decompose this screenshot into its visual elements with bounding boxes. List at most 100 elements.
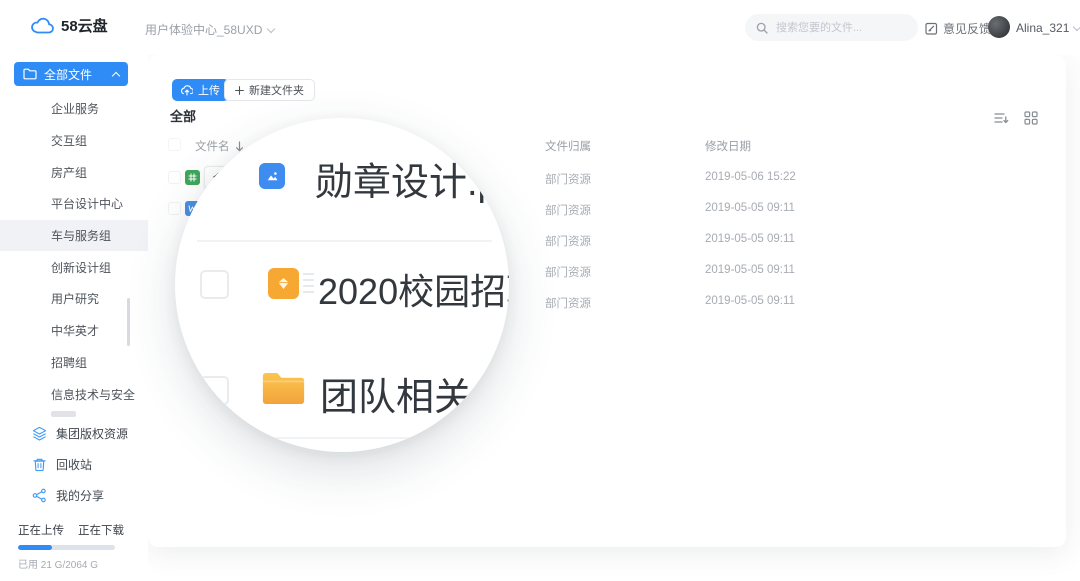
file-owner: 部门资源 bbox=[545, 236, 591, 248]
file-owner: 部门资源 bbox=[545, 174, 591, 186]
sidebar-item-label: 房产组 bbox=[51, 165, 88, 180]
upload-button-label: 上传 bbox=[198, 85, 220, 97]
clipped-sidebar-item bbox=[51, 411, 76, 417]
column-header-owner[interactable]: 文件归属 bbox=[545, 138, 591, 154]
upload-button[interactable]: 上传 bbox=[172, 79, 229, 101]
storage-progress-bar bbox=[18, 545, 115, 550]
folder-icon bbox=[261, 369, 306, 412]
file-modified: 2019-05-05 09:11 bbox=[705, 202, 795, 214]
app-window: 58云盘 用户体验中心_58UXD 意见反馈 Alina_321 bbox=[0, 0, 1080, 581]
magnified-file-name[interactable]: 勋章设计.psd bbox=[315, 151, 509, 206]
sidebar-item-label: 招聘组 bbox=[51, 355, 88, 370]
excel-file-icon bbox=[185, 170, 200, 185]
workspace-switcher[interactable]: 用户体验中心_58UXD bbox=[145, 21, 276, 38]
row-checkbox[interactable] bbox=[168, 171, 181, 184]
file-modified: 2019-05-05 09:11 bbox=[705, 233, 795, 245]
new-folder-button[interactable]: 新建文件夹 bbox=[224, 79, 315, 101]
file-owner: 部门资源 bbox=[545, 267, 591, 279]
sidebar-item-recycle-bin[interactable]: 回收站 bbox=[0, 449, 148, 480]
row-checkbox[interactable] bbox=[168, 202, 181, 215]
sidebar-item-label: 平台设计中心 bbox=[51, 197, 124, 212]
cloud-logo-icon bbox=[30, 17, 54, 35]
sidebar-item-label: 信息技术与安全 bbox=[51, 387, 136, 402]
topbar: 58云盘 用户体验中心_58UXD 意见反馈 Alina_321 bbox=[0, 0, 1080, 55]
search-input[interactable] bbox=[774, 20, 907, 35]
row-checkbox[interactable] bbox=[200, 270, 229, 299]
search-icon bbox=[756, 22, 768, 34]
file-modified: 2019-05-05 09:11 bbox=[705, 264, 795, 276]
file-owner: 部门资源 bbox=[545, 205, 591, 217]
sidebar-item-copyright-resources[interactable]: 集团版权资源 bbox=[0, 418, 148, 449]
username-label: Alina_321 bbox=[1016, 21, 1070, 35]
chevron-down-icon bbox=[1073, 22, 1080, 32]
magnified-file-name[interactable]: 2020校园招聘.s bbox=[318, 263, 509, 315]
file-preview-lines bbox=[303, 273, 314, 293]
sidebar-item-group[interactable]: 招聘组 bbox=[0, 347, 148, 379]
transfer-status: 正在上传 正在下载 已用 21 G/2064 G bbox=[18, 522, 130, 571]
folder-icon bbox=[23, 68, 37, 80]
feedback-button[interactable]: 意见反馈 bbox=[925, 20, 991, 37]
sidebar-item-group[interactable]: 中华英才 bbox=[0, 315, 148, 347]
view-toggle bbox=[994, 111, 1038, 125]
user-avatar[interactable] bbox=[988, 16, 1010, 38]
sidebar-item-group-active[interactable]: 车与服务组 bbox=[0, 219, 148, 252]
app-logo: 58云盘 bbox=[30, 15, 108, 36]
sidebar-tool-list: 集团版权资源 回收站 我的分享 bbox=[0, 418, 148, 511]
feedback-icon bbox=[925, 22, 938, 35]
plus-icon bbox=[235, 85, 244, 95]
column-header-filename[interactable]: 文件名 bbox=[195, 138, 244, 154]
row-checkbox[interactable] bbox=[200, 376, 229, 405]
filter-all-label[interactable]: 全部 bbox=[170, 106, 196, 125]
share-icon bbox=[32, 488, 47, 503]
magnified-folder-name[interactable]: 团队相关 bbox=[320, 366, 472, 421]
new-folder-label: 新建文件夹 bbox=[249, 85, 304, 97]
sidebar-item-group[interactable]: 用户研究 bbox=[0, 283, 148, 315]
search-bar[interactable] bbox=[745, 14, 918, 41]
sidebar-item-label: 用户研究 bbox=[51, 292, 100, 307]
downloading-label[interactable]: 正在下载 bbox=[78, 522, 124, 538]
sidebar-item-label: 我的分享 bbox=[56, 489, 105, 503]
psd-file-icon bbox=[259, 163, 285, 189]
feedback-label: 意见反馈 bbox=[943, 22, 992, 36]
sidebar-item-label: 全部文件 bbox=[44, 67, 93, 82]
sidebar-item-label: 企业服务 bbox=[51, 102, 100, 117]
magnifier-overlay: 勋章设计.psd 2020校园招聘.s 团队相关 bbox=[175, 118, 509, 452]
user-menu[interactable]: Alina_321 bbox=[1016, 21, 1080, 35]
sidebar-item-all-files[interactable]: 全部文件 bbox=[14, 62, 128, 86]
sidebar-group-list: 企业服务 交互组 房产组 平台设计中心 车与服务组 创新设计组 用户研究 中华英… bbox=[0, 93, 148, 410]
row-divider bbox=[197, 240, 492, 242]
list-view-icon[interactable] bbox=[994, 111, 1009, 125]
sidebar: 全部文件 企业服务 交互组 房产组 平台设计中心 车与服务组 创新设计组 用户研… bbox=[0, 55, 148, 581]
sidebar-item-group[interactable]: 交互组 bbox=[0, 125, 148, 157]
sidebar-item-group[interactable]: 房产组 bbox=[0, 156, 148, 188]
sidebar-item-group[interactable]: 企业服务 bbox=[0, 93, 148, 125]
column-header-label: 文件名 bbox=[195, 141, 230, 153]
row-divider bbox=[220, 437, 470, 439]
sidebar-item-label: 中华英才 bbox=[51, 324, 100, 339]
sidebar-item-label: 回收站 bbox=[56, 458, 93, 472]
storage-usage-label: 已用 21 G/2064 G bbox=[18, 560, 99, 571]
select-all-checkbox[interactable] bbox=[168, 138, 181, 151]
file-owner: 部门资源 bbox=[545, 298, 591, 310]
chevron-up-icon bbox=[111, 71, 121, 80]
uploading-label[interactable]: 正在上传 bbox=[18, 522, 64, 538]
upload-cloud-icon bbox=[181, 84, 193, 96]
sidebar-scrollbar[interactable] bbox=[127, 298, 130, 346]
trash-icon bbox=[32, 457, 47, 472]
chevron-down-icon bbox=[267, 24, 276, 33]
grid-view-icon[interactable] bbox=[1024, 111, 1038, 125]
sidebar-item-label: 集团版权资源 bbox=[56, 427, 129, 441]
sidebar-item-group[interactable]: 创新设计组 bbox=[0, 251, 148, 283]
sidebar-item-group[interactable]: 平台设计中心 bbox=[0, 188, 148, 220]
workspace-label: 用户体验中心_58UXD bbox=[145, 23, 263, 37]
app-title: 58云盘 bbox=[61, 18, 108, 35]
sketch-file-icon bbox=[268, 268, 299, 299]
sidebar-item-group[interactable]: 信息技术与安全 bbox=[0, 378, 148, 410]
column-header-modified[interactable]: 修改日期 bbox=[705, 138, 751, 154]
sidebar-item-label: 创新设计组 bbox=[51, 260, 112, 275]
layers-icon bbox=[32, 426, 47, 441]
sidebar-item-my-shares[interactable]: 我的分享 bbox=[0, 480, 148, 511]
file-modified: 2019-05-05 09:11 bbox=[705, 295, 795, 307]
sidebar-item-label: 交互组 bbox=[51, 134, 88, 149]
sidebar-item-label: 车与服务组 bbox=[51, 229, 112, 244]
